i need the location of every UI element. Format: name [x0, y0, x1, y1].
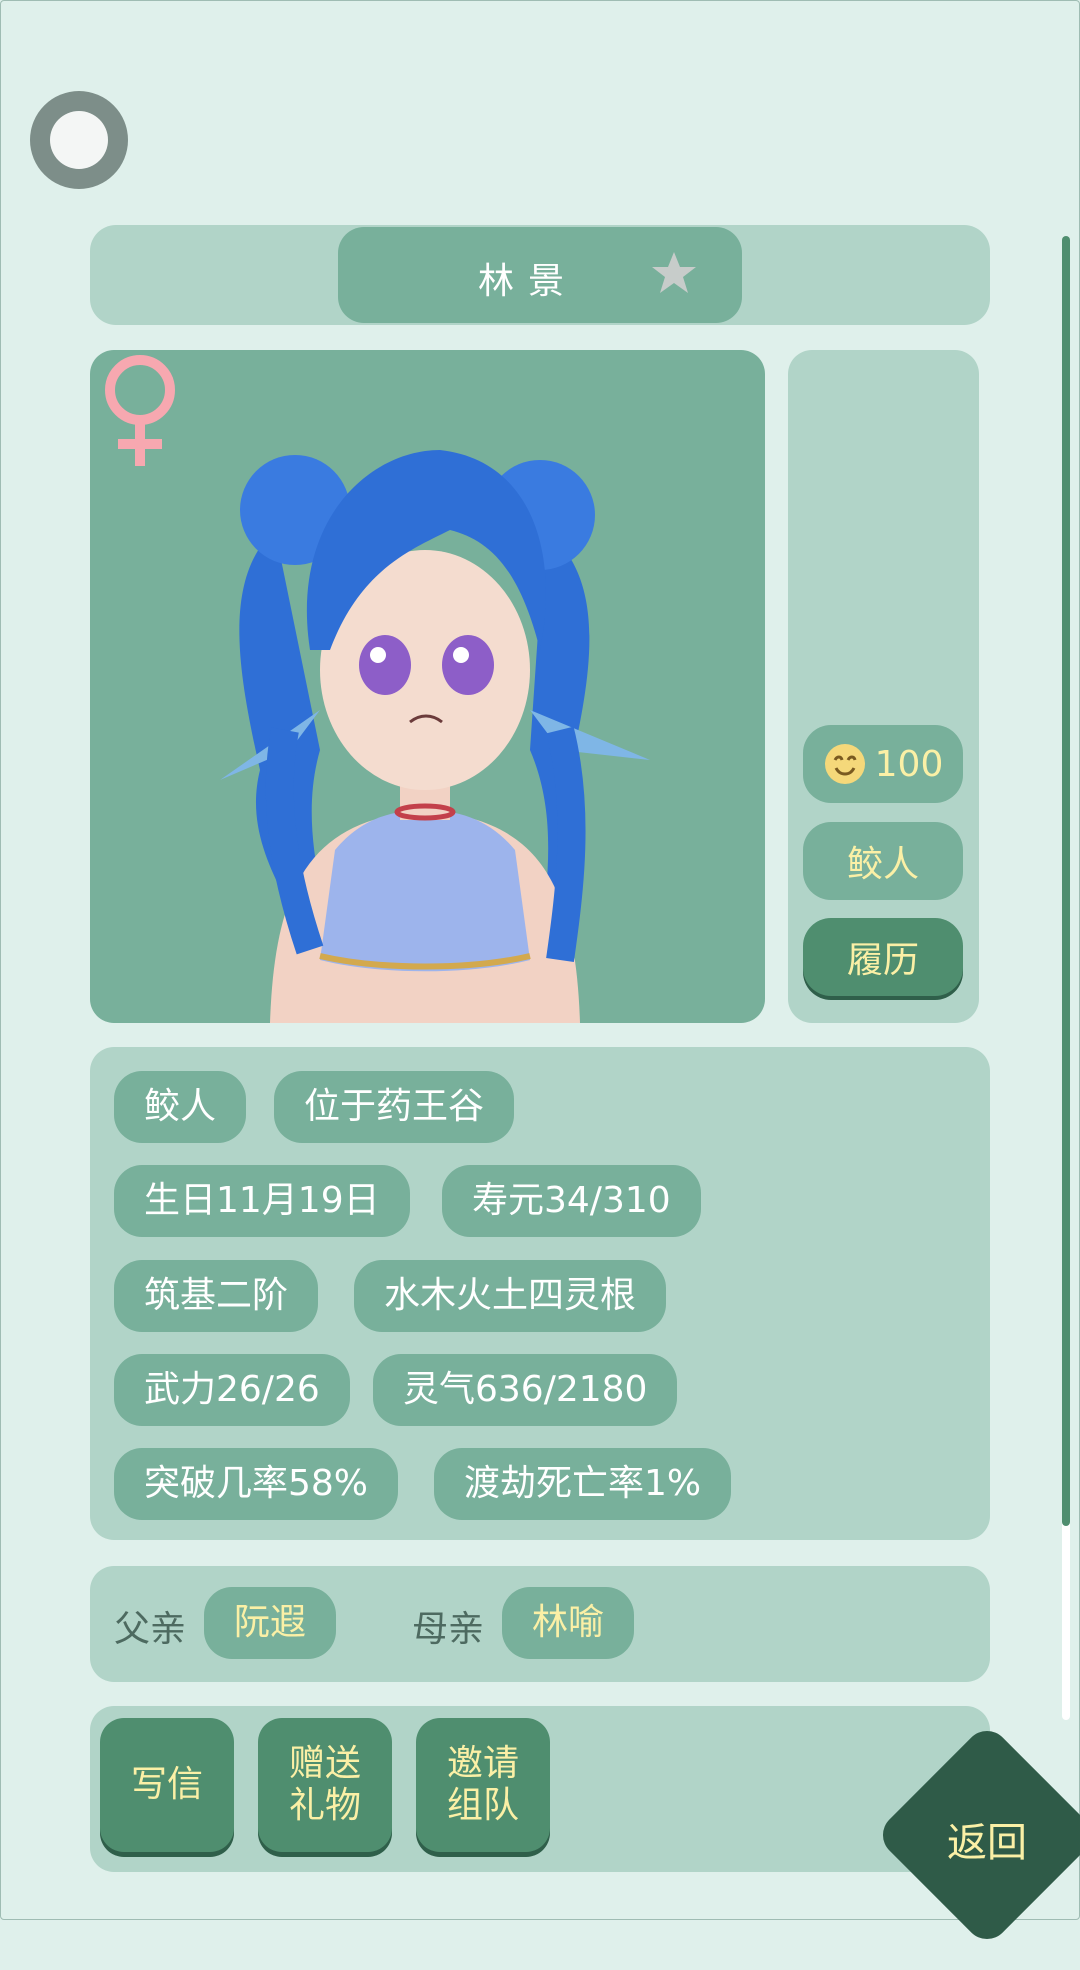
info-tag-realm: 筑基二阶 [114, 1260, 319, 1332]
side-panel: 100 鲛人 履历 [788, 350, 979, 1023]
info-tag-force: 武力26/26 [114, 1354, 350, 1426]
father-name-button[interactable]: 阮遐 [204, 1587, 337, 1659]
info-tag-race: 鲛人 [114, 1071, 247, 1143]
name-pill: 林景 [338, 227, 742, 323]
invite-team-button[interactable]: 邀请 组队 [416, 1718, 550, 1852]
mood-value: 100 [874, 743, 944, 785]
back-button[interactable]: 返回 [873, 1721, 1080, 1970]
send-gift-label: 赠送 礼物 [288, 1743, 361, 1826]
toggle-knob [50, 111, 108, 169]
invite-team-label: 邀请 组队 [446, 1743, 519, 1826]
character-name: 林景 [478, 261, 579, 302]
star-icon[interactable] [650, 249, 698, 297]
history-button[interactable]: 履历 [803, 918, 963, 996]
mother-name-button[interactable]: 林喻 [502, 1587, 635, 1659]
father-label: 父亲 [114, 1609, 187, 1650]
back-label: 返回 [947, 1820, 1027, 1866]
female-icon [105, 355, 175, 466]
write-letter-label: 写信 [130, 1764, 203, 1805]
info-tag-location: 位于药王谷 [274, 1071, 515, 1143]
character-portrait [90, 350, 765, 1023]
write-letter-button[interactable]: 写信 [100, 1718, 234, 1852]
info-panel: 鲛人 位于药王谷 生日11月19日 寿元34/310 筑基二阶 水木火土四灵根 … [90, 1047, 990, 1540]
toggle-icon[interactable] [30, 91, 128, 189]
info-tag-qi: 灵气636/2180 [373, 1354, 678, 1426]
info-tag-tribulation: 渡劫死亡率1% [434, 1448, 732, 1520]
character-illustration [220, 450, 650, 1023]
mother-label: 母亲 [412, 1609, 485, 1650]
scrollbar-thumb[interactable] [1062, 236, 1070, 1526]
info-tag-birthday: 生日11月19日 [114, 1165, 410, 1237]
actions-panel: 写信 赠送 礼物 邀请 组队 [90, 1706, 990, 1872]
race-button[interactable]: 鲛人 [803, 822, 963, 900]
scrollbar[interactable] [1062, 236, 1070, 1720]
info-tag-spirit-root: 水木火土四灵根 [354, 1260, 667, 1332]
info-tag-breakthrough: 突破几率58% [114, 1448, 399, 1520]
smile-face-icon [824, 744, 865, 784]
name-bar: 林景 [90, 225, 990, 325]
send-gift-button[interactable]: 赠送 礼物 [258, 1718, 392, 1852]
family-panel: 父亲 阮遐 母亲 林喻 [90, 1566, 990, 1682]
mood-indicator[interactable]: 100 [803, 725, 963, 803]
info-tag-lifespan: 寿元34/310 [442, 1165, 701, 1237]
